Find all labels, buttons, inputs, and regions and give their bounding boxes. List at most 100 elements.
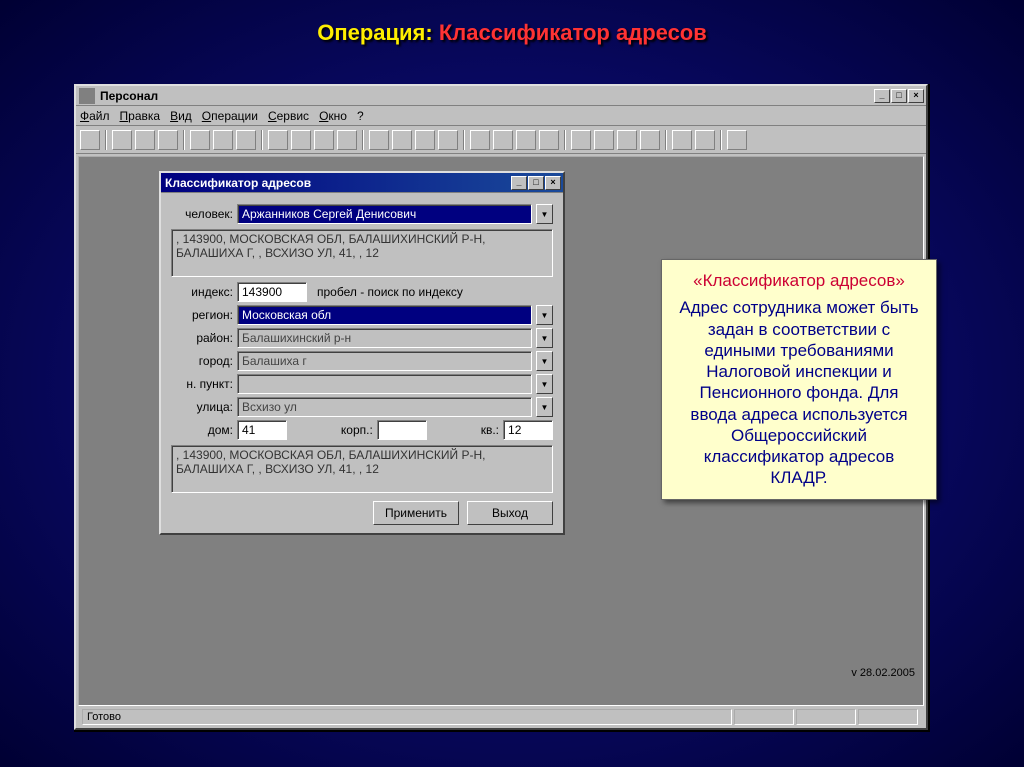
gorod-field[interactable]: Балашиха г — [237, 351, 532, 371]
ulitsa-field[interactable]: Всхизо ул — [237, 397, 532, 417]
status-text: Готово — [82, 709, 732, 725]
main-titlebar[interactable]: Персонал _ □ × — [76, 86, 926, 106]
slide-title: Операция: Классификатор адресов — [0, 0, 1024, 56]
korp-label: корп.: — [341, 423, 373, 437]
status-segment — [734, 709, 794, 725]
dialog-titlebar[interactable]: Классификатор адресов _ □ × — [161, 173, 563, 193]
slide-title-label: Операция: — [317, 20, 433, 45]
address-preview-bottom: , 143900, МОСКОВСКАЯ ОБЛ, БАЛАШИХИНСКИЙ … — [171, 445, 553, 493]
rayon-label: район: — [171, 331, 233, 345]
tool-icon[interactable] — [392, 130, 412, 150]
tool-icon[interactable] — [594, 130, 614, 150]
tool-icon[interactable] — [695, 130, 715, 150]
minimize-button[interactable]: _ — [874, 89, 890, 103]
kv-field[interactable]: 12 — [503, 420, 553, 440]
maximize-button[interactable]: □ — [891, 89, 907, 103]
tool-icon[interactable] — [291, 130, 311, 150]
tool-icon[interactable] — [236, 130, 256, 150]
person-label: человек: — [171, 207, 233, 221]
apply-button[interactable]: Применить — [373, 501, 459, 525]
main-window-title: Персонал — [98, 89, 874, 103]
exit-button[interactable]: Выход — [467, 501, 553, 525]
ulitsa-label: улица: — [171, 400, 233, 414]
toolbar-separator — [720, 130, 722, 150]
tool-icon[interactable] — [80, 130, 100, 150]
dialog-minimize-button[interactable]: _ — [511, 176, 527, 190]
tool-icon[interactable] — [516, 130, 536, 150]
menu-window[interactable]: Окно — [319, 109, 347, 123]
tool-icon[interactable] — [213, 130, 233, 150]
tool-icon[interactable] — [314, 130, 334, 150]
rayon-field[interactable]: Балашихинский р-н — [237, 328, 532, 348]
toolbar-separator — [261, 130, 263, 150]
person-dropdown-button[interactable]: ▼ — [536, 204, 553, 224]
index-field[interactable]: 143900 — [237, 282, 307, 302]
npunkt-label: н. пункт: — [171, 377, 233, 391]
tool-icon[interactable] — [369, 130, 389, 150]
toolbar-separator — [362, 130, 364, 150]
tool-icon[interactable] — [571, 130, 591, 150]
tool-icon[interactable] — [190, 130, 210, 150]
menu-help[interactable]: ? — [357, 109, 364, 123]
kv-label: кв.: — [481, 423, 499, 437]
app-icon — [79, 88, 95, 104]
tool-icon[interactable] — [112, 130, 132, 150]
menu-view[interactable]: Вид — [170, 109, 192, 123]
toolbar-separator — [463, 130, 465, 150]
rayon-dropdown-button[interactable]: ▼ — [536, 328, 553, 348]
gorod-label: город: — [171, 354, 233, 368]
npunkt-field[interactable] — [237, 374, 532, 394]
workspace: Классификатор адресов _ □ × человек: Арж… — [78, 156, 924, 706]
tool-icon[interactable] — [493, 130, 513, 150]
toolbar-separator — [564, 130, 566, 150]
menu-file[interactable]: Файл — [80, 109, 110, 123]
callout-title: «Классификатор адресов» — [674, 270, 924, 291]
toolbar — [76, 126, 926, 154]
menu-edit[interactable]: Правка — [120, 109, 161, 123]
main-window: Персонал _ □ × Файл Правка Вид Операции … — [74, 84, 928, 730]
dialog-maximize-button[interactable]: □ — [528, 176, 544, 190]
menubar: Файл Правка Вид Операции Сервис Окно ? — [76, 106, 926, 126]
tool-icon[interactable] — [640, 130, 660, 150]
npunkt-dropdown-button[interactable]: ▼ — [536, 374, 553, 394]
address-dialog: Классификатор адресов _ □ × человек: Арж… — [159, 171, 565, 535]
status-segment — [796, 709, 856, 725]
tool-icon[interactable] — [135, 130, 155, 150]
toolbar-separator — [183, 130, 185, 150]
toolbar-separator — [105, 130, 107, 150]
dialog-title: Классификатор адресов — [161, 176, 511, 190]
region-label: регион: — [171, 308, 233, 322]
tool-icon[interactable] — [539, 130, 559, 150]
tool-icon[interactable] — [415, 130, 435, 150]
status-segment — [858, 709, 918, 725]
version-label: v 28.02.2005 — [851, 667, 915, 679]
index-label: индекс: — [171, 285, 233, 299]
tool-icon[interactable] — [268, 130, 288, 150]
info-callout: «Классификатор адресов» Адрес сотрудника… — [661, 259, 937, 500]
tool-icon[interactable] — [337, 130, 357, 150]
slide-title-value: Классификатор адресов — [439, 20, 707, 45]
toolbar-separator — [665, 130, 667, 150]
tool-icon[interactable] — [158, 130, 178, 150]
tool-icon[interactable] — [470, 130, 490, 150]
index-hint: пробел - поиск по индексу — [311, 285, 463, 299]
tool-icon[interactable] — [617, 130, 637, 150]
dialog-body: человек: Аржанников Сергей Денисович ▼ ,… — [161, 193, 563, 533]
dialog-close-button[interactable]: × — [545, 176, 561, 190]
gorod-dropdown-button[interactable]: ▼ — [536, 351, 553, 371]
dom-field[interactable]: 41 — [237, 420, 287, 440]
menu-ops[interactable]: Операции — [202, 109, 258, 123]
close-button[interactable]: × — [908, 89, 924, 103]
region-dropdown-button[interactable]: ▼ — [536, 305, 553, 325]
ulitsa-dropdown-button[interactable]: ▼ — [536, 397, 553, 417]
region-field[interactable]: Московская обл — [237, 305, 532, 325]
address-preview-top: , 143900, МОСКОВСКАЯ ОБЛ, БАЛАШИХИНСКИЙ … — [171, 229, 553, 277]
statusbar: Готово — [78, 708, 924, 726]
person-field[interactable]: Аржанников Сергей Денисович — [237, 204, 532, 224]
tool-icon[interactable] — [727, 130, 747, 150]
tool-icon[interactable] — [438, 130, 458, 150]
tool-icon[interactable] — [672, 130, 692, 150]
korp-field[interactable] — [377, 420, 427, 440]
dom-label: дом: — [171, 423, 233, 437]
menu-service[interactable]: Сервис — [268, 109, 309, 123]
